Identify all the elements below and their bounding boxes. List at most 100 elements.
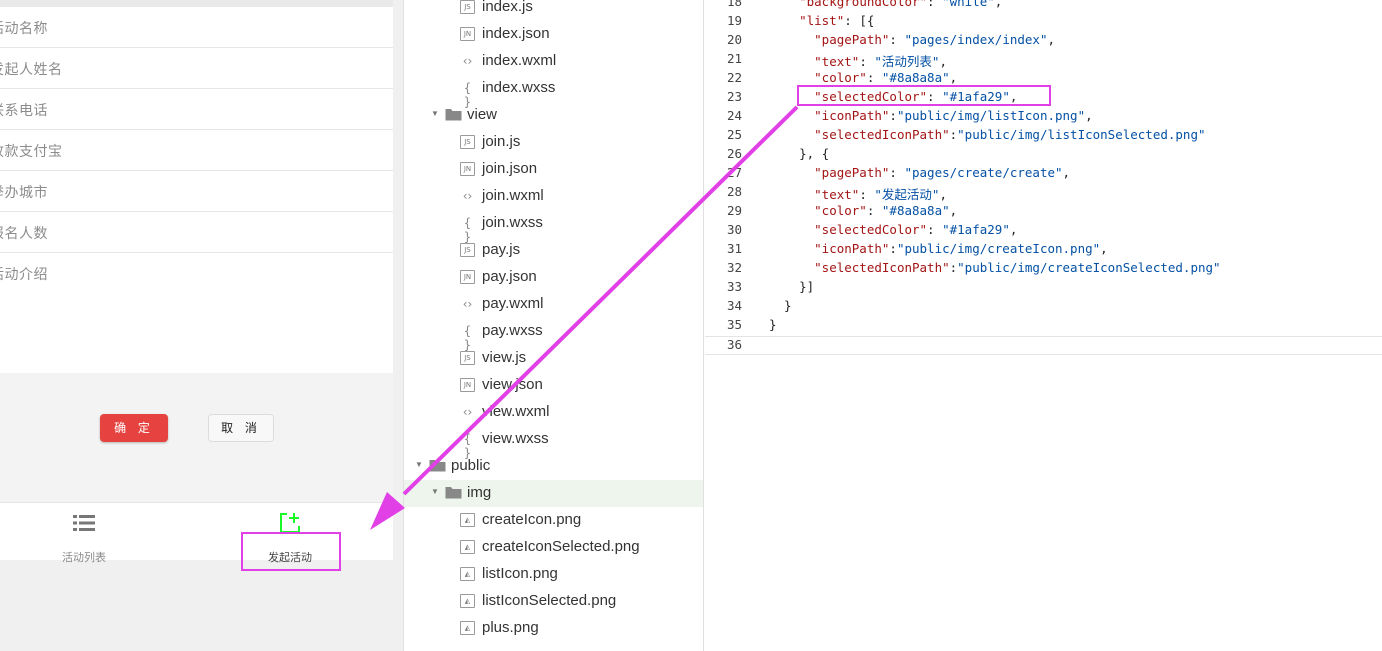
code-line[interactable]: 24 "iconPath":"public/img/listIcon.png",	[705, 108, 1382, 127]
tree-file[interactable]: ◭ listIconSelected.png	[404, 588, 703, 615]
annotation-box-tab-label	[241, 532, 341, 571]
tree-file[interactable]: ◭ createIcon.png	[404, 507, 703, 534]
line-number: 27	[726, 165, 742, 180]
js-file-icon: JS	[460, 243, 475, 257]
field-alipay[interactable]: 收款支付宝	[0, 130, 393, 171]
tree-item-label: view.wxml	[482, 403, 550, 420]
code-line[interactable]: 20 "pagePath": "pages/index/index",	[705, 32, 1382, 51]
tree-item-label: join.wxss	[482, 214, 543, 231]
tree-file[interactable]: JS view.js	[404, 345, 703, 372]
image-file-icon: ◭	[460, 621, 475, 635]
tree-item-label: createIcon.png	[482, 511, 582, 528]
line-number: 23	[726, 89, 742, 104]
tree-item-label: view.wxss	[482, 430, 549, 447]
image-file-icon: ◭	[460, 540, 475, 554]
chevron-down-icon[interactable]: ▼	[431, 109, 439, 118]
tree-file[interactable]: { } join.wxss	[404, 210, 703, 244]
tree-item-label: join.js	[482, 133, 521, 150]
tree-item-label: pay.wxss	[482, 322, 543, 339]
code-line[interactable]: 34 }	[705, 298, 1382, 317]
tree-file[interactable]: ‹› join.wxml	[404, 183, 703, 210]
tree-file[interactable]: JS index.js	[404, 0, 703, 21]
tab-activity-list[interactable]: 活动列表	[44, 511, 124, 564]
tree-file[interactable]: JN view.json	[404, 372, 703, 399]
tree-file[interactable]: ‹› pay.wxml	[404, 291, 703, 318]
cancel-button[interactable]: 取 消	[208, 414, 274, 442]
code-line[interactable]: 19 "list": [{	[705, 13, 1382, 32]
tree-item-label: index.wxss	[482, 79, 556, 96]
tree-file[interactable]: ◭ createIconSelected.png	[404, 534, 703, 561]
tree-file[interactable]: ◭ plus.png	[404, 615, 703, 642]
code-line[interactable]: 21 "text": "活动列表",	[705, 51, 1382, 70]
code-line[interactable]: 32 "selectedIconPath":"public/img/create…	[705, 260, 1382, 279]
code-line[interactable]: 36	[705, 336, 1382, 355]
tree-item-label: pay.wxml	[482, 295, 544, 312]
field-placeholder: 联系电话	[0, 103, 48, 119]
tree-file[interactable]: ‹› index.wxml	[404, 48, 703, 75]
chevron-down-icon[interactable]: ▼	[415, 460, 423, 469]
tab-label: 活动列表	[62, 551, 106, 564]
folder-open-icon	[445, 487, 462, 499]
tree-folder-view[interactable]: ▼ view	[404, 102, 703, 129]
code-text: "color": "#8a8a8a",	[814, 70, 958, 85]
code-file-icon: ‹›	[462, 189, 473, 203]
annotation-box-selected-color	[797, 85, 1051, 106]
field-city[interactable]: 举办城市	[0, 171, 393, 212]
code-line[interactable]: 26 }, {	[705, 146, 1382, 165]
tree-item-label: createIconSelected.png	[482, 538, 640, 555]
tree-file[interactable]: ‹› view.wxml	[404, 399, 703, 426]
tree-file[interactable]: ◭ listIcon.png	[404, 561, 703, 588]
field-activity-intro[interactable]: 活动介绍	[0, 253, 393, 373]
json-file-icon: JN	[460, 270, 475, 284]
js-file-icon: JS	[460, 0, 475, 14]
tree-item-label: index.wxml	[482, 52, 557, 69]
line-number: 31	[726, 241, 742, 256]
tree-item-label: listIconSelected.png	[482, 592, 617, 609]
line-number: 26	[726, 146, 742, 161]
line-number: 30	[726, 222, 742, 237]
confirm-button[interactable]: 确 定	[100, 414, 168, 442]
code-line[interactable]: 18 "backgroundColor": "white",	[705, 0, 1382, 13]
tree-file[interactable]: { } index.wxss	[404, 75, 703, 109]
field-activity-name[interactable]: 活动名称	[0, 7, 393, 48]
code-text: "color": "#8a8a8a",	[814, 203, 958, 218]
tree-item-label: view.json	[482, 376, 543, 393]
tree-file[interactable]: { } view.wxss	[404, 426, 703, 460]
tree-item-label: img	[467, 484, 492, 501]
list-icon	[73, 515, 95, 531]
field-phone[interactable]: 联系电话	[0, 89, 393, 130]
code-line[interactable]: 29 "color": "#8a8a8a",	[705, 203, 1382, 222]
chevron-down-icon[interactable]: ▼	[431, 487, 439, 496]
tree-file[interactable]: JS join.js	[404, 129, 703, 156]
tree-folder-img[interactable]: ▼ img	[404, 480, 703, 507]
screenshot-root: 活动名称 发起人姓名 联系电话 收款支付宝 举办城市 报名人数 活动介绍 确 定…	[0, 0, 1382, 651]
js-file-icon: JS	[460, 351, 475, 365]
tree-file[interactable]: JS pay.js	[404, 237, 703, 264]
code-line[interactable]: 28 "text": "发起活动",	[705, 184, 1382, 203]
field-participant-count[interactable]: 报名人数	[0, 212, 393, 253]
code-file-icon: ‹›	[462, 297, 473, 311]
line-number: 28	[726, 184, 742, 199]
field-placeholder: 收款支付宝	[0, 144, 63, 160]
tree-file[interactable]: { } pay.wxss	[404, 318, 703, 352]
code-line[interactable]: 33 }]	[705, 279, 1382, 298]
code-text: "iconPath":"public/img/createIcon.png",	[814, 241, 1108, 256]
json-file-icon: JN	[460, 162, 475, 176]
code-line[interactable]: 25 "selectedIconPath":"public/img/listIc…	[705, 127, 1382, 146]
code-line[interactable]: 35}	[705, 317, 1382, 336]
code-text: "selectedColor": "#1afa29",	[814, 222, 1018, 237]
code-line[interactable]: 30 "selectedColor": "#1afa29",	[705, 222, 1382, 241]
field-placeholder: 活动名称	[0, 21, 48, 37]
tree-folder-public[interactable]: ▼ public	[404, 453, 703, 480]
code-text: }	[769, 317, 777, 332]
tree-item-label: listIcon.png	[482, 565, 558, 582]
code-line[interactable]: 27 "pagePath": "pages/create/create",	[705, 165, 1382, 184]
line-number: 36	[726, 337, 742, 352]
tree-file[interactable]: JN join.json	[404, 156, 703, 183]
field-organizer-name[interactable]: 发起人姓名	[0, 48, 393, 89]
tree-file[interactable]: JN index.json	[404, 21, 703, 48]
code-text: "selectedIconPath":"public/img/createIco…	[814, 260, 1221, 275]
folder-open-icon	[445, 109, 462, 121]
code-line[interactable]: 31 "iconPath":"public/img/createIcon.png…	[705, 241, 1382, 260]
tree-file[interactable]: JN pay.json	[404, 264, 703, 291]
